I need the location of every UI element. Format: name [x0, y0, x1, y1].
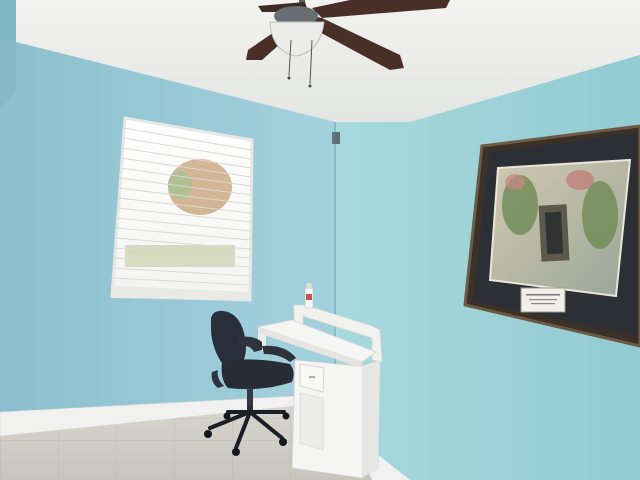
room-illustration [0, 0, 640, 480]
room-photo [0, 0, 640, 480]
